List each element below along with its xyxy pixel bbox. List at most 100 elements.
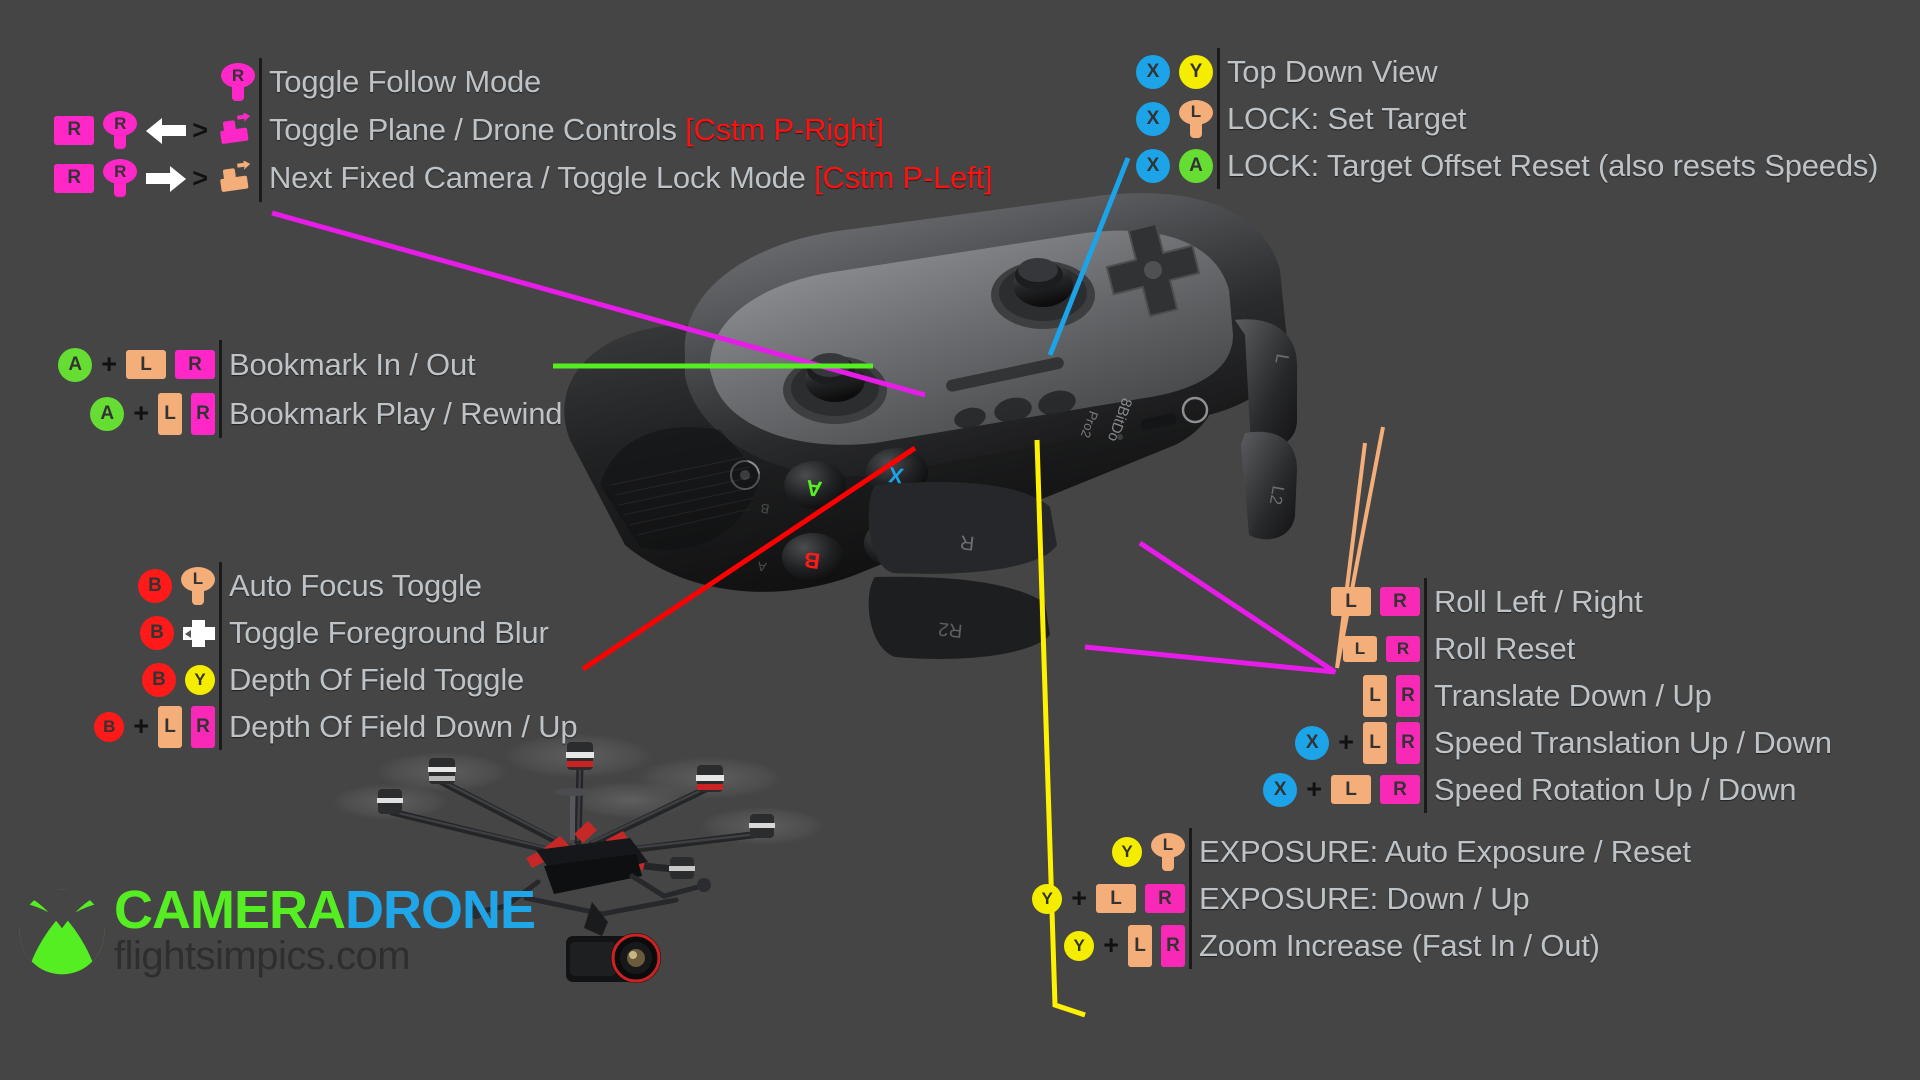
legend-row: L R Translate Down / Up (1230, 672, 1832, 719)
key-combo: R R > (40, 111, 255, 149)
key-combo: XY (1125, 54, 1213, 89)
legend-label: Next Fixed Camera / Toggle Lock Mode [Cs… (269, 160, 993, 195)
b-button-icon[interactable]: B (94, 711, 125, 742)
legend-divider (219, 703, 222, 750)
r-bumper-icon[interactable]: R (175, 350, 215, 379)
y-button-icon[interactable]: Y (1032, 883, 1063, 914)
key-combo: Y + L R (1000, 883, 1185, 914)
r-bumper-icon[interactable]: R (54, 115, 95, 145)
exposure-group: Y L EXPOSURE: Auto Exposure / Reset Y + L R EXP… (1000, 828, 1691, 969)
legend-label: EXPOSURE: Auto Exposure / Reset (1199, 833, 1691, 869)
key-combo: YL (1000, 832, 1185, 871)
x-button-icon[interactable]: X (1295, 725, 1330, 760)
legend-label: Translate Down / Up (1434, 677, 1712, 713)
r-trigger-icon[interactable]: R (191, 392, 215, 435)
legend-label: Speed Rotation Up / Down (1434, 771, 1797, 807)
key-combo: R R > (40, 159, 255, 197)
b-button-icon[interactable]: B (142, 662, 176, 697)
plus-sign: + (133, 711, 149, 741)
r-bumper-icon[interactable]: R (1380, 587, 1420, 616)
r-bumper-icon[interactable]: R (1386, 635, 1420, 662)
r-bumper-icon[interactable]: R (1145, 884, 1185, 913)
svg-text:L2: L2 (1266, 484, 1288, 506)
x-button-icon[interactable]: X (1263, 772, 1298, 807)
legend-row: R R > Next Fixed Camera / Toggle Lock Mode … (40, 154, 993, 202)
b-button-icon[interactable]: B (140, 615, 174, 650)
right-stick-icon[interactable]: R (103, 159, 138, 197)
l-trigger-icon[interactable]: L (1363, 674, 1387, 717)
left-stick-icon[interactable]: L (1179, 99, 1213, 138)
l-trigger-icon[interactable]: L (1363, 721, 1387, 764)
r-trigger-icon[interactable]: R (1396, 674, 1420, 717)
legend-divider (259, 58, 262, 106)
movie-camera-icon (217, 159, 255, 195)
legend-divider (219, 562, 222, 609)
legend-label: Toggle Follow Mode (269, 64, 542, 99)
plus-sign: + (133, 398, 149, 428)
y-button-icon[interactable]: Y (185, 664, 215, 695)
chevron-right-icon: > (192, 162, 208, 193)
l-trigger-icon[interactable]: L (1128, 924, 1152, 967)
key-combo: X + L R (1230, 772, 1420, 807)
a-button-icon[interactable]: A (1179, 148, 1213, 183)
legend-row: B Toggle Foreground Blur (30, 609, 577, 656)
legend-label: EXPOSURE: Down / Up (1199, 880, 1530, 916)
y-button-icon[interactable]: Y (1064, 930, 1095, 961)
key-combo: BL (30, 566, 215, 605)
plus-sign: + (101, 349, 117, 379)
legend-divider (259, 106, 262, 154)
r-trigger-icon[interactable]: R (191, 705, 215, 748)
l-trigger-icon[interactable]: L (158, 705, 182, 748)
legend-row: B Y Depth Of Field Toggle (30, 656, 577, 703)
left-stick-icon[interactable]: L (1151, 832, 1185, 871)
l-trigger-icon[interactable]: L (158, 392, 182, 435)
logo-subtitle: flightsimpics.com (114, 934, 411, 979)
legend-label: Auto Focus Toggle (229, 567, 482, 603)
l-bumper-icon[interactable]: L (1331, 587, 1371, 616)
legend-row: X + L R Speed Translation Up / Down (1230, 719, 1832, 766)
right-stick-icon[interactable]: R (221, 63, 255, 101)
key-combo: LR (1230, 674, 1420, 717)
legend-row: A + L R Bookmark Play / Rewind (30, 389, 562, 438)
legend-row: Y + L R EXPOSURE: Down / Up (1000, 875, 1691, 922)
movie-camera-icon (217, 111, 255, 147)
right-stick-icon[interactable]: R (103, 111, 138, 149)
x-button-icon[interactable]: X (1136, 148, 1170, 183)
legend-row: X A LOCK: Target Offset Reset (also resets… (1125, 142, 1878, 189)
x-button-icon[interactable]: X (1136, 54, 1170, 89)
legend-label: Zoom Increase (Fast In / Out) (1199, 927, 1600, 963)
r-bumper-icon[interactable]: R (54, 163, 95, 193)
r-trigger-icon[interactable]: R (1396, 721, 1420, 764)
l-bumper-icon[interactable]: L (126, 350, 166, 379)
l-bumper-icon[interactable]: L (1096, 884, 1136, 913)
y-button-icon[interactable]: Y (1179, 54, 1213, 89)
legend-divider (1424, 719, 1427, 766)
l-bumper-icon[interactable]: L (1343, 635, 1377, 662)
dpad-left-icon[interactable] (183, 618, 215, 648)
logo-word-camera: CAMERA (114, 880, 346, 940)
y-button-icon[interactable]: Y (1112, 836, 1142, 867)
a-button-icon[interactable]: A (58, 347, 93, 382)
plus-sign: + (1071, 883, 1087, 913)
legend-label: Toggle Plane / Drone Controls [Cstm P-Ri… (269, 112, 884, 147)
b-button-icon[interactable]: B (138, 568, 172, 603)
x-button-icon[interactable]: X (1136, 101, 1170, 136)
left-stick-icon[interactable]: L (181, 566, 215, 605)
legend-label: LOCK: Set Target (1227, 100, 1467, 136)
legend-label: Bookmark In / Out (229, 346, 476, 382)
key-combo: A + L R (30, 347, 215, 382)
legend-row: X Y Top Down View (1125, 48, 1878, 95)
legend-divider (1189, 922, 1192, 969)
legend-row: L R Roll Left / Right (1230, 578, 1832, 625)
l-bumper-icon[interactable]: L (1331, 775, 1371, 804)
legend-row: X L LOCK: Set Target (1125, 95, 1878, 142)
key-combo: A + L R (30, 392, 215, 435)
legend-row: L R Roll Reset (1230, 625, 1832, 672)
custom-binding-note: [Cstm P-Left] (805, 160, 993, 195)
r-trigger-icon[interactable]: R (1161, 924, 1185, 967)
legend-row: Y + L R Zoom Increase (Fast In / Out) (1000, 922, 1691, 969)
a-button-icon[interactable]: A (90, 396, 125, 431)
plus-sign: + (1306, 774, 1322, 804)
r-bumper-icon[interactable]: R (1380, 775, 1420, 804)
legend-divider (1189, 875, 1192, 922)
